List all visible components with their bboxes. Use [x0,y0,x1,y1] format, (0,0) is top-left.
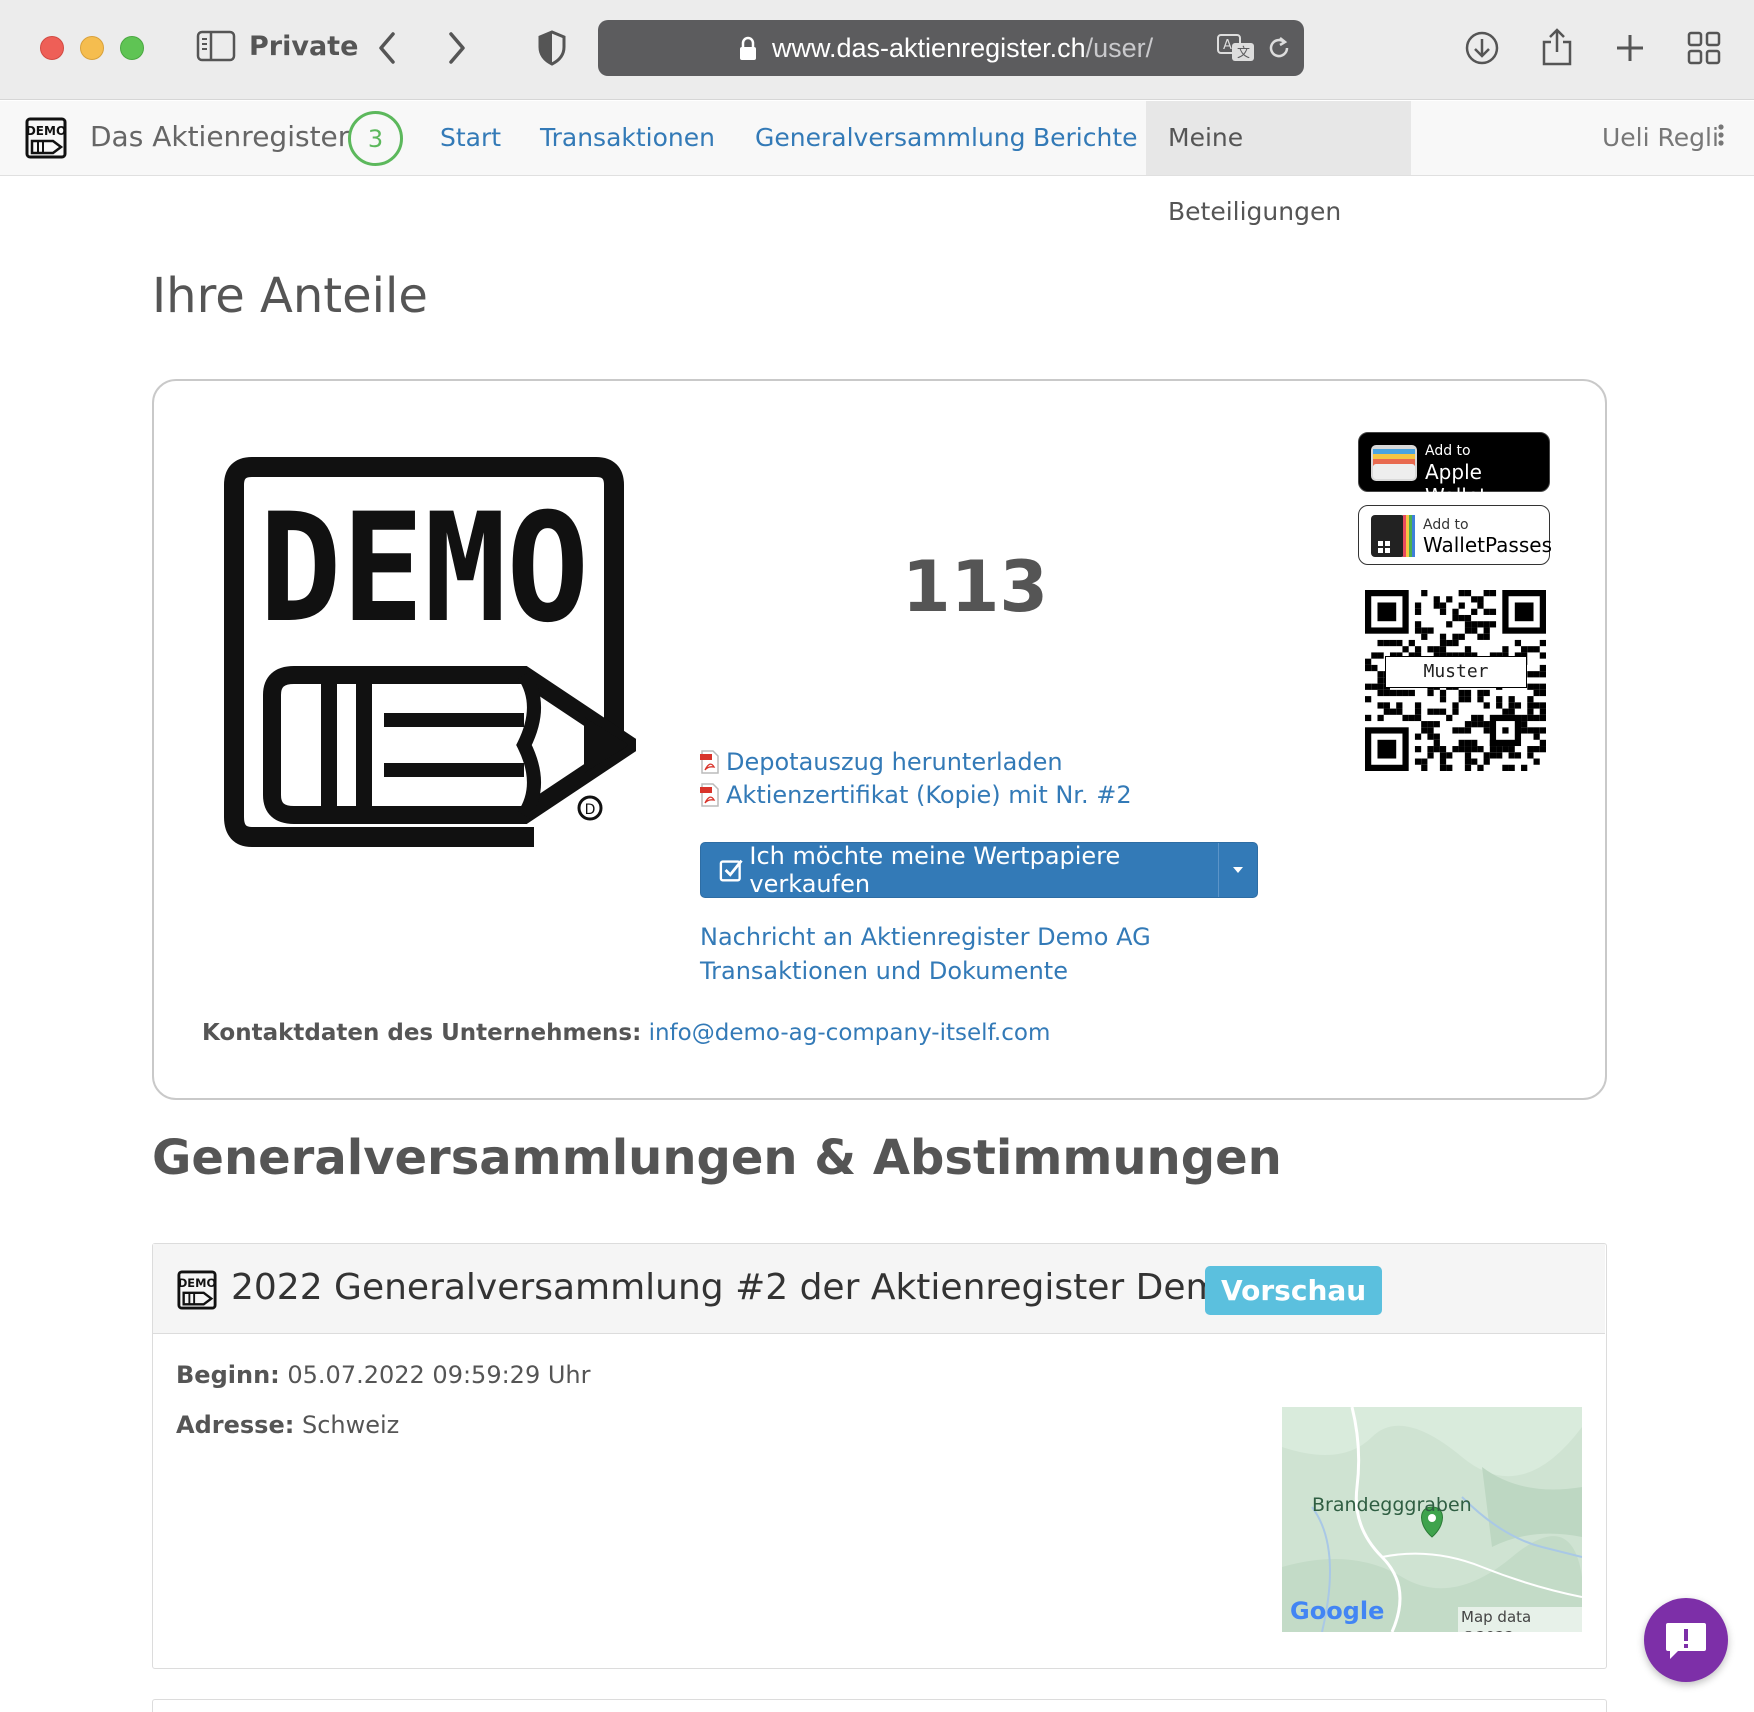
contact-email-link[interactable]: info@demo-ag-company-itself.com [649,1020,1051,1046]
gv-address-label: Adresse: [176,1411,295,1439]
chat-button[interactable] [1644,1598,1728,1682]
chat-bubble-icon [1666,1623,1706,1659]
demo-logo-icon: DEMO [177,1270,217,1310]
company-contact: Kontaktdaten des Unternehmens: info@demo… [202,1017,1050,1049]
zoom-window-button[interactable] [120,36,144,60]
next-gv-panel [152,1699,1607,1712]
message-company-link[interactable]: Nachricht an Aktienregister Demo AG [700,921,1151,953]
app-navbar: DEMO Das Aktienregister 3 Start Transakt… [0,101,1754,226]
certificate-copy-label: Aktienzertifikat (Kopie) mit Nr. #2 [726,781,1132,809]
map-attribution: Map data ©2022 [1458,1607,1582,1632]
walletpasses-small-label: Add to [1423,517,1469,533]
walletpasses-icon [1371,515,1415,557]
sell-options-dropdown-toggle[interactable] [1219,843,1257,897]
user-menu[interactable]: Ueli Regli [1602,121,1719,155]
svg-text:A: A [1223,38,1232,53]
company-logo: DEMO D [224,457,636,847]
translate-icon[interactable]: A文 [1216,33,1256,63]
pdf-file-icon [700,750,719,774]
depot-download-link[interactable]: Depotauszug herunterladen [700,746,1063,778]
svg-text:文: 文 [1237,46,1250,61]
reload-icon[interactable] [1266,34,1292,62]
download-icon[interactable] [1462,26,1502,70]
contact-label: Kontaktdaten des Unternehmens: [202,1020,642,1046]
walletpasses-label: WalletPasses [1423,533,1552,557]
notification-count-badge[interactable]: 3 [348,111,403,166]
sell-securities-label: Ich möchte meine Wertpapiere verkaufen [749,842,1121,898]
gv-panel-header: DEMO 2022 Generalversammlung #2 der Akti… [153,1244,1605,1334]
logo-demo-text: DEMO [259,482,589,656]
minimize-window-button[interactable] [80,36,104,60]
page-title: Ihre Anteile [152,268,428,324]
nav-berichte[interactable]: Berichte [1011,101,1160,175]
add-to-apple-wallet-button[interactable]: Add to Apple Wallet [1358,432,1550,508]
qr-code-label: Muster [1385,656,1527,688]
gv-address: Adresse: Schweiz [176,1409,399,1441]
new-tab-plus-icon[interactable] [1610,26,1650,70]
svg-text:D: D [585,802,596,818]
address-bar[interactable]: www.das-aktienregister.ch/user/ A文 [598,20,1304,76]
gv-panel: DEMO 2022 Generalversammlung #2 der Akti… [152,1243,1607,1669]
svg-text:DEMO: DEMO [178,1276,217,1290]
gv-begin-value: 05.07.2022 09:59:29 Uhr [287,1361,591,1389]
apple-wallet-label: Apple Wallet [1425,460,1488,508]
share-card: DEMO D 113 Add to Apple Wallet Add to Wa… [152,379,1607,1100]
depot-download-label: Depotauszug herunterladen [726,748,1063,776]
browser-toolbar: Private www.das-aktienregister.ch/user/ … [0,0,1754,100]
lock-icon [740,36,756,60]
gv-begin: Beginn: 05.07.2022 09:59:29 Uhr [176,1359,591,1391]
back-chevron-icon[interactable] [370,28,404,68]
demo-logo-icon[interactable]: DEMO [25,117,67,159]
map-place-label: Brandegggraben [1312,1494,1472,1516]
nav-transaktionen[interactable]: Transaktionen [518,101,737,175]
nav-meine-beteiligungen[interactable]: Meine Beteiligungen [1146,101,1411,226]
add-to-walletpasses-button[interactable]: Add to WalletPasses [1358,505,1552,565]
sell-securities-button[interactable]: Ich möchte meine Wertpapiere verkaufen [701,842,1219,898]
brand-name[interactable]: Das Aktienregister [90,119,349,155]
apple-wallet-icon [1371,445,1417,481]
close-window-button[interactable] [40,36,64,60]
sell-securities-split-button: Ich möchte meine Wertpapiere verkaufen [700,842,1258,898]
google-logo: Google [1290,1597,1385,1625]
gv-section-title: Generalversammlungen & Abstimmungen [152,1130,1282,1186]
location-map[interactable]: Brandegggraben Google Map data ©2022 [1282,1407,1582,1632]
checkbox-checked-icon [719,859,743,882]
share-count: 113 [902,546,1049,628]
transactions-documents-link[interactable]: Transaktionen und Dokumente [700,955,1068,987]
caret-down-icon [1233,867,1243,873]
share-icon[interactable] [1537,24,1577,70]
private-label: Private [249,31,359,62]
more-vertical-icon[interactable] [1716,123,1726,151]
url-text: www.das-aktienregister.ch/user/ [772,33,1154,63]
apple-wallet-small-label: Add to [1425,443,1471,459]
privacy-shield-icon[interactable] [535,28,569,68]
gv-address-value: Schweiz [301,1411,400,1439]
nav-start[interactable]: Start [418,101,523,175]
pdf-file-icon [700,783,719,807]
svg-text:DEMO: DEMO [26,124,66,138]
certificate-copy-link[interactable]: Aktienzertifikat (Kopie) mit Nr. #2 [700,779,1132,811]
gv-title[interactable]: 2022 Generalversammlung #2 der Aktienreg… [231,1266,1306,1310]
gv-begin-label: Beginn: [176,1361,280,1389]
sidebar-toggle-icon[interactable] [196,30,236,62]
preview-badge: Vorschau [1205,1266,1383,1315]
nav-generalversammlung[interactable]: Generalversammlung [733,101,1048,175]
forward-chevron-icon[interactable] [440,28,474,68]
tab-overview-grid-icon[interactable] [1684,26,1724,70]
